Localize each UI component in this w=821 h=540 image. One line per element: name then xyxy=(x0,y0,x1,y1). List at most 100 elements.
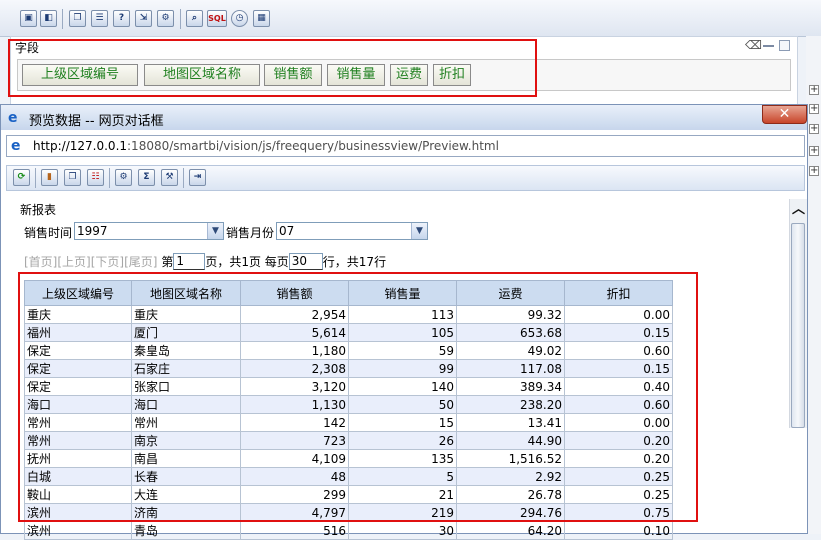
scroll-up-icon[interactable]: ︿ xyxy=(790,199,807,221)
table-cell: 723 xyxy=(240,431,349,450)
toolbar-separator xyxy=(62,9,63,29)
preview-dialog: e 预览数据 -- 网页对话框 ✕ e http://127.0.0.1:180… xyxy=(0,104,808,540)
table-cell: 厦门 xyxy=(131,323,241,342)
grid-icon[interactable]: ▦ xyxy=(253,10,270,27)
settings-icon[interactable]: ⚙ xyxy=(157,10,174,27)
import-icon[interactable]: ⇲ xyxy=(135,10,152,27)
sales-month-value: 07 xyxy=(279,224,295,238)
expand-icon[interactable]: + xyxy=(809,85,819,95)
column-header[interactable]: 地图区域名称 xyxy=(131,280,241,306)
table-row: 重庆 重庆 2,954 113 99.32 0.00 xyxy=(24,305,673,324)
table-row: 抚州 南昌 4,109 135 1,516.52 0.20 xyxy=(24,449,673,468)
dialog-title: 预览数据 -- 网页对话框 xyxy=(29,114,164,129)
column-header[interactable]: 运费 xyxy=(456,280,565,306)
scroll-thumb[interactable] xyxy=(791,223,805,428)
vertical-scrollbar[interactable]: ︿ xyxy=(789,199,807,428)
table-row: 保定 石家庄 2,308 99 117.08 0.15 xyxy=(24,359,673,378)
table-cell: 117.08 xyxy=(456,359,565,378)
column-header[interactable]: 折扣 xyxy=(564,280,673,306)
table-body: 重庆 重庆 2,954 113 99.32 0.00 福州 厦门 5,614 105 653.68 0… xyxy=(24,305,673,540)
field-discount[interactable]: 折扣 xyxy=(433,64,471,86)
filter-icon[interactable]: ☷ xyxy=(87,169,104,186)
chart-icon[interactable]: ▮ xyxy=(41,169,58,186)
table-cell: 140 xyxy=(348,377,457,396)
sales-month-select[interactable]: 07 ▼ xyxy=(276,222,428,240)
eraser-icon[interactable]: ⌫ xyxy=(745,38,762,52)
table-cell: 59 xyxy=(348,341,457,360)
table-row: 保定 张家口 3,120 140 389.34 0.40 xyxy=(24,377,673,396)
field-panel: 字段 ⌫ 上级区域编号 地图区域名称 销售额 销售量 运费 折扣 xyxy=(10,36,798,108)
table-icon[interactable]: ☰ xyxy=(91,10,108,27)
chevron-down-icon[interactable]: ▼ xyxy=(411,223,427,239)
sum-icon[interactable]: Σ xyxy=(138,169,155,186)
param-sales-month-label: 销售月份 xyxy=(226,226,275,240)
first-page-link[interactable]: [首页] xyxy=(24,255,57,269)
table-cell: 石家庄 xyxy=(131,359,241,378)
page-number-input[interactable]: 1 xyxy=(173,253,206,270)
table-cell: 2,308 xyxy=(240,359,349,378)
prev-page-link[interactable]: [上页] xyxy=(57,255,90,269)
field-upper-region-code[interactable]: 上级区域编号 xyxy=(22,64,138,86)
page-size-input[interactable]: 30 xyxy=(288,253,323,270)
refresh-icon[interactable]: ⟳ xyxy=(13,169,30,186)
field-map-region-name[interactable]: 地图区域名称 xyxy=(144,64,260,86)
expand-icon[interactable]: + xyxy=(809,166,819,176)
field-sales-volume[interactable]: 销售量 xyxy=(327,64,385,86)
table-cell: 113 xyxy=(348,305,457,324)
chevron-down-icon[interactable]: ▼ xyxy=(207,223,223,239)
next-page-link[interactable]: [下页] xyxy=(91,255,124,269)
sql-icon[interactable]: SQL xyxy=(207,10,227,27)
table-row: 白城 长春 48 5 2.92 0.25 xyxy=(24,467,673,486)
clock-icon[interactable]: ◷ xyxy=(231,10,248,27)
table-cell: 2,954 xyxy=(240,305,349,324)
data-table: 上级区域编号 地图区域名称 销售额 销售量 运费 折扣 重庆 重庆 2,954 113… xyxy=(24,280,673,540)
search-icon[interactable]: ⌕ xyxy=(186,10,203,27)
table-cell: 0.60 xyxy=(564,341,673,360)
url-text: http://127.0.0.1:18080/smartbi/vision/js… xyxy=(33,139,499,153)
table-cell: 1,180 xyxy=(240,341,349,360)
table-cell: 南昌 xyxy=(131,449,241,468)
table-cell: 5,614 xyxy=(240,323,349,342)
toolbar-separator xyxy=(35,168,36,188)
field-sales-amount[interactable]: 销售额 xyxy=(264,64,322,86)
table-cell: 1,130 xyxy=(240,395,349,414)
expand-icon[interactable]: + xyxy=(809,124,819,134)
save-icon[interactable]: ▣ xyxy=(20,10,37,27)
table-cell: 0.20 xyxy=(564,431,673,450)
maximize-icon[interactable] xyxy=(779,40,790,51)
close-button[interactable]: ✕ xyxy=(762,105,807,124)
sales-time-select[interactable]: 1997 ▼ xyxy=(74,222,224,240)
field-freight[interactable]: 运费 xyxy=(390,64,428,86)
table-cell: 0.20 xyxy=(564,449,673,468)
settings-icon[interactable]: ⚙ xyxy=(115,169,132,186)
table-row: 海口 海口 1,130 50 238.20 0.60 xyxy=(24,395,673,414)
last-page-link[interactable]: [尾页] xyxy=(124,255,157,269)
expand-icon[interactable]: + xyxy=(809,146,819,156)
main-toolbar: ▣ ◧ ❐ ☰ ? ⇲ ⚙ ⌕ SQL ◷ ▦ xyxy=(0,0,821,37)
column-header[interactable]: 销售额 xyxy=(240,280,349,306)
minimize-icon[interactable] xyxy=(763,45,774,47)
window-icon[interactable]: ❐ xyxy=(64,169,81,186)
report-title: 新报表 xyxy=(20,203,57,217)
config-icon[interactable]: ⚒ xyxy=(161,169,178,186)
table-cell: 滨州 xyxy=(24,521,132,540)
window-icon[interactable]: ❐ xyxy=(69,10,86,27)
column-header[interactable]: 销售量 xyxy=(348,280,457,306)
table-cell: 0.15 xyxy=(564,323,673,342)
table-cell: 99 xyxy=(348,359,457,378)
table-cell: 44.90 xyxy=(456,431,565,450)
help-icon[interactable]: ? xyxy=(113,10,130,27)
table-cell: 济南 xyxy=(131,503,241,522)
table-cell: 青岛 xyxy=(131,521,241,540)
column-header[interactable]: 上级区域编号 xyxy=(24,280,132,306)
table-cell: 299 xyxy=(240,485,349,504)
table-header-row: 上级区域编号 地图区域名称 销售额 销售量 运费 折扣 xyxy=(24,280,673,306)
save-as-icon[interactable]: ◧ xyxy=(40,10,57,27)
table-cell: 常州 xyxy=(24,413,132,432)
expand-icon[interactable]: + xyxy=(809,104,819,114)
table-cell: 长春 xyxy=(131,467,241,486)
table-row: 保定 秦皇岛 1,180 59 49.02 0.60 xyxy=(24,341,673,360)
table-cell: 鞍山 xyxy=(24,485,132,504)
export-icon[interactable]: ⇥ xyxy=(189,169,206,186)
field-panel-title: 字段 xyxy=(15,41,40,55)
